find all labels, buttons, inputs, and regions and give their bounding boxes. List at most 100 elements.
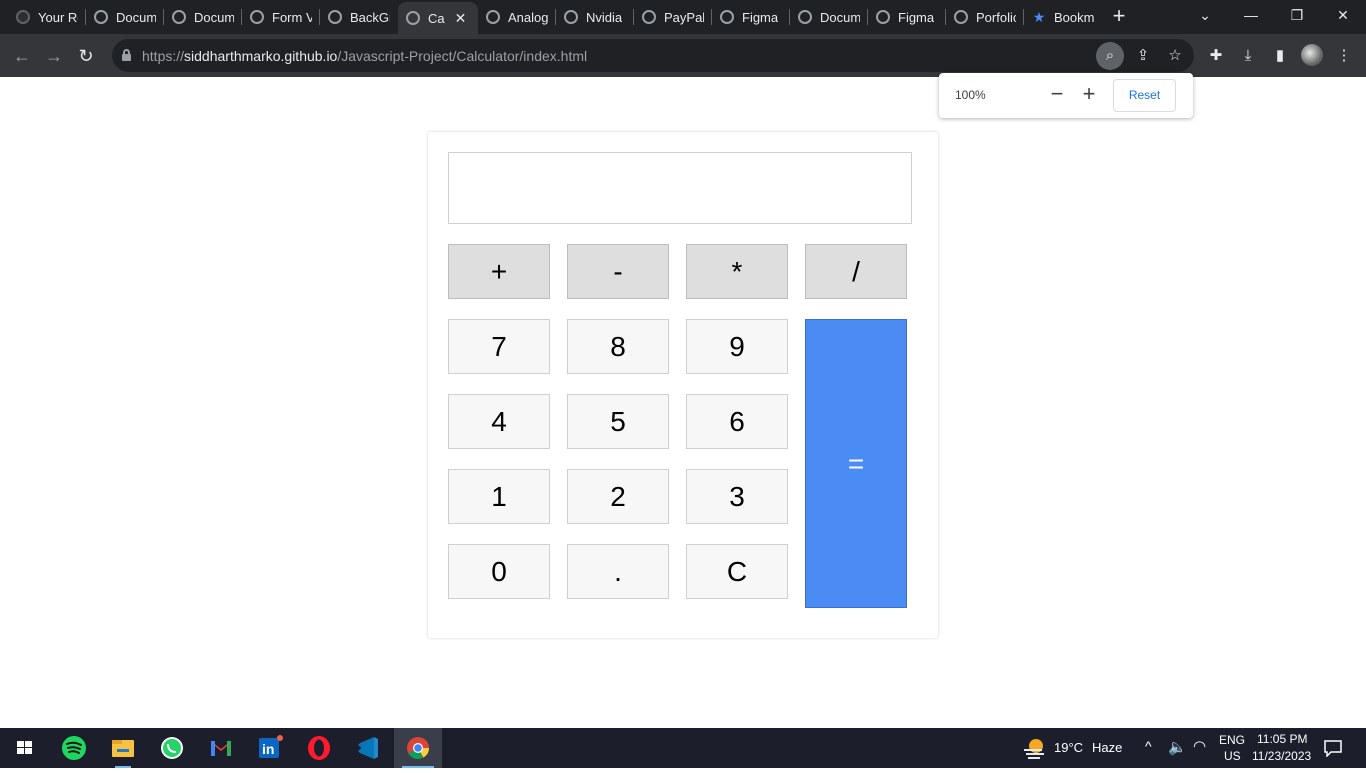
notification-icon[interactable] (1323, 739, 1343, 758)
zoom-in-icon[interactable]: + (1077, 83, 1101, 107)
zoom-level: 100% (955, 88, 986, 102)
address-bar[interactable]: https://siddharthmarko.github.io/Javascr… (112, 39, 1194, 72)
volume-icon[interactable]: 🔈 (1168, 738, 1187, 756)
tab-title: Nvidia (586, 9, 623, 25)
forward-icon[interactable]: → (40, 42, 68, 70)
browser-toolbar: ← → ↻ https://siddharthmarko.github.io/J… (0, 34, 1366, 77)
globe-icon (172, 10, 186, 24)
multiply-button[interactable]: * (686, 244, 788, 299)
globe-icon (328, 10, 342, 24)
svg-text:in: in (262, 741, 274, 757)
digit-9-button[interactable]: 9 (686, 319, 788, 374)
tab-12[interactable]: Figma (868, 0, 946, 34)
minimize-icon[interactable]: — (1228, 0, 1274, 30)
reload-icon[interactable]: ↻ (72, 42, 100, 70)
weather-icon[interactable] (1022, 737, 1046, 759)
tab-7[interactable]: Analog (478, 0, 556, 34)
tab-title: Docum (116, 9, 156, 25)
globe-icon (564, 10, 578, 24)
tab-10[interactable]: Figma (712, 0, 790, 34)
clock-date[interactable]: 11/23/2023 (1252, 749, 1311, 763)
tab-3[interactable]: Docum (164, 0, 242, 34)
tab-8[interactable]: Nvidia (556, 0, 634, 34)
extensions-icon[interactable]: ✚ (1202, 42, 1230, 70)
digit-4-button[interactable]: 4 (448, 394, 550, 449)
minus-button[interactable]: - (567, 244, 669, 299)
globe-icon (94, 10, 108, 24)
tray-chevron-icon[interactable]: ^ (1145, 738, 1152, 754)
whatsapp-icon[interactable] (148, 728, 196, 768)
file-explorer-icon[interactable] (99, 728, 147, 768)
tab-9[interactable]: PayPal (634, 0, 712, 34)
tab-title: BackGr (350, 9, 390, 25)
zoom-icon[interactable]: ⌕ (1096, 42, 1124, 70)
tab-11[interactable]: Docum (790, 0, 868, 34)
tab-14[interactable]: ★ Bookm (1024, 0, 1096, 34)
tab-title: Analog (508, 9, 548, 25)
download-icon[interactable]: ⤓ (1234, 42, 1262, 70)
spotify-icon[interactable] (50, 728, 98, 768)
menu-kebab-icon[interactable]: ⋮ (1330, 42, 1358, 70)
profile-avatar[interactable] (1301, 44, 1323, 66)
decimal-button[interactable]: . (567, 544, 669, 599)
tab-title: Figma (742, 9, 779, 25)
calculator: + - * / 7 8 9 4 5 6 1 2 3 0 . C = (428, 132, 938, 638)
globe-icon (954, 10, 968, 24)
divide-button[interactable]: / (805, 244, 907, 299)
globe-icon (798, 10, 812, 24)
tab-title: Form V (272, 9, 312, 25)
close-window-icon[interactable]: ✕ (1320, 0, 1366, 30)
digit-7-button[interactable]: 7 (448, 319, 550, 374)
bookmark-star-icon[interactable]: ☆ (1161, 42, 1189, 70)
tab-6-active[interactable]: Ca ✕ (398, 2, 478, 34)
side-panel-icon[interactable]: ▮ (1266, 42, 1294, 70)
zoom-reset-button[interactable]: Reset (1113, 79, 1176, 112)
clear-button[interactable]: C (686, 544, 788, 599)
digit-3-button[interactable]: 3 (686, 469, 788, 524)
tab-title: Docum (820, 9, 860, 25)
digit-5-button[interactable]: 5 (567, 394, 669, 449)
gmail-icon[interactable] (197, 728, 245, 768)
tab-2[interactable]: Docum (86, 0, 164, 34)
plus-button[interactable]: + (448, 244, 550, 299)
lock-icon (122, 49, 131, 61)
digit-6-button[interactable]: 6 (686, 394, 788, 449)
region-indicator[interactable]: US (1224, 749, 1241, 763)
digit-0-button[interactable]: 0 (448, 544, 550, 599)
calculator-display[interactable] (448, 152, 912, 224)
digit-8-button[interactable]: 8 (567, 319, 669, 374)
linkedin-icon[interactable]: in (246, 728, 294, 768)
digit-2-button[interactable]: 2 (567, 469, 669, 524)
chrome-icon[interactable] (394, 728, 442, 768)
equals-button[interactable]: = (805, 319, 907, 608)
globe-icon (720, 10, 734, 24)
url-text[interactable]: https://siddharthmarko.github.io/Javascr… (142, 48, 587, 64)
zoom-out-icon[interactable]: − (1045, 83, 1069, 107)
taskbar: in 19°C Haze ^ 🔈 ◠ ENG US 11:05 PM 11/23… (0, 728, 1366, 768)
opera-icon[interactable] (295, 728, 343, 768)
wifi-icon[interactable]: ◠ (1193, 737, 1206, 755)
vscode-icon[interactable] (344, 728, 392, 768)
restore-icon[interactable]: ❐ (1274, 0, 1320, 30)
tab-1[interactable]: Your Re (8, 0, 86, 34)
zoom-popup: 100% − + Reset (939, 73, 1193, 118)
tab-title: Porfolio (976, 9, 1016, 25)
tab-13[interactable]: Porfolio (946, 0, 1024, 34)
tab-title: Your Re (38, 9, 78, 25)
tab-4[interactable]: Form V (242, 0, 320, 34)
clock-time[interactable]: 11:05 PM (1257, 732, 1307, 746)
tab-5[interactable]: BackGr (320, 0, 398, 34)
weather-desc[interactable]: Haze (1092, 740, 1122, 755)
digit-1-button[interactable]: 1 (448, 469, 550, 524)
back-icon[interactable]: ← (8, 42, 36, 70)
new-tab-button[interactable]: + (1106, 4, 1132, 30)
share-icon[interactable]: ⇪ (1129, 42, 1157, 70)
close-tab-icon[interactable]: ✕ (455, 10, 467, 27)
tab-search-icon[interactable]: ⌄ (1182, 0, 1228, 30)
weather-temp[interactable]: 19°C (1054, 740, 1083, 755)
globe-icon (876, 10, 890, 24)
globe-icon (642, 10, 656, 24)
language-indicator[interactable]: ENG (1219, 733, 1245, 747)
tab-title: Ca (428, 10, 445, 26)
windows-start-icon[interactable] (0, 728, 48, 768)
